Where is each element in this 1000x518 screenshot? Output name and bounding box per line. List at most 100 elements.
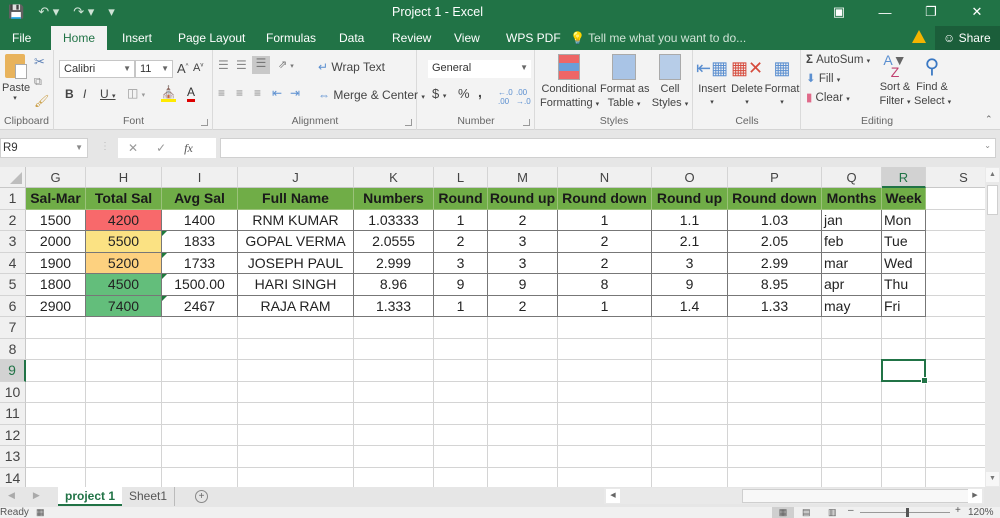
- row-header-8[interactable]: 8: [0, 338, 26, 360]
- warning-icon[interactable]: [912, 30, 926, 43]
- cell-m11[interactable]: [488, 403, 558, 425]
- cell-s8[interactable]: [926, 339, 985, 360]
- cell-k4[interactable]: 2.999: [354, 252, 434, 274]
- cell-g3[interactable]: 2000: [26, 231, 86, 253]
- cell-j8[interactable]: [238, 338, 354, 360]
- cell-q5[interactable]: apr: [822, 274, 882, 296]
- cell-r8[interactable]: [882, 338, 926, 360]
- collapse-ribbon-icon[interactable]: ⌃: [985, 114, 993, 125]
- column-header-i[interactable]: I: [162, 167, 238, 188]
- cell-i8[interactable]: [162, 338, 238, 360]
- tab-review[interactable]: Review: [380, 26, 443, 50]
- row-header-10[interactable]: 10: [0, 381, 26, 403]
- cell-l3[interactable]: 2: [434, 231, 488, 253]
- cell-k7[interactable]: [354, 317, 434, 339]
- conditional-formatting-button[interactable]: Conditional Formatting ▾: [540, 54, 599, 112]
- cell-p13[interactable]: [728, 446, 822, 468]
- scroll-left-icon[interactable]: ◀: [606, 489, 620, 503]
- horizontal-scroll-thumb[interactable]: [742, 489, 972, 503]
- cell-q7[interactable]: [822, 317, 882, 339]
- cell-j5[interactable]: HARI SINGH: [238, 274, 354, 296]
- number-dialog-launcher[interactable]: [523, 119, 530, 126]
- cell-j2[interactable]: RNM KUMAR: [238, 209, 354, 231]
- cell-s2[interactable]: [926, 210, 985, 231]
- zoom-in-icon[interactable]: +: [955, 507, 961, 516]
- cell-r11[interactable]: [882, 403, 926, 425]
- cell-i11[interactable]: [162, 403, 238, 425]
- cell-s1[interactable]: [926, 188, 985, 210]
- align-center-icon[interactable]: ≡: [236, 86, 243, 100]
- cell-s11[interactable]: [926, 403, 985, 425]
- cell-p3[interactable]: 2.05: [728, 231, 822, 253]
- cell-p10[interactable]: [728, 381, 822, 403]
- cell-m3[interactable]: 3: [488, 231, 558, 253]
- cell-h11[interactable]: [86, 403, 162, 425]
- merge-center-button[interactable]: ⇔ Merge & Center ▾: [318, 88, 425, 102]
- restore-button[interactable]: ❐: [908, 0, 954, 24]
- cell-p2[interactable]: 1.03: [728, 209, 822, 231]
- tab-data[interactable]: Data: [327, 26, 376, 50]
- cell-n13[interactable]: [558, 446, 652, 468]
- cell-i14[interactable]: [162, 467, 238, 487]
- row-header-6[interactable]: 6: [0, 295, 26, 317]
- cell-o2[interactable]: 1.1: [652, 209, 728, 231]
- cell-h1[interactable]: Total Sal: [86, 188, 162, 210]
- cell-k5[interactable]: 8.96: [354, 274, 434, 296]
- name-box[interactable]: R9 ▼: [0, 138, 88, 158]
- scroll-up-icon[interactable]: ▲: [986, 168, 999, 182]
- row-header-9[interactable]: 9: [0, 360, 26, 382]
- cell-r1[interactable]: Week: [882, 188, 926, 210]
- cell-n8[interactable]: [558, 338, 652, 360]
- page-break-view-icon[interactable]: ▥: [828, 507, 837, 518]
- cell-m14[interactable]: [488, 467, 558, 487]
- row-header-7[interactable]: 7: [0, 317, 26, 339]
- font-name-select[interactable]: Calibri ▼: [59, 60, 135, 78]
- cell-l13[interactable]: [434, 446, 488, 468]
- cell-m1[interactable]: Round up: [488, 188, 558, 210]
- align-middle-icon[interactable]: ☰: [236, 58, 247, 72]
- undo-icon[interactable]: ↶ ▾: [38, 4, 59, 20]
- cell-r7[interactable]: [882, 317, 926, 339]
- bold-button[interactable]: B: [65, 87, 74, 101]
- align-left-icon[interactable]: ≡: [218, 86, 225, 100]
- cell-r10[interactable]: [882, 381, 926, 403]
- cell-r5[interactable]: Thu: [882, 274, 926, 296]
- row-header-14[interactable]: 14: [0, 467, 26, 487]
- cell-h4[interactable]: 5200: [86, 252, 162, 274]
- column-header-s[interactable]: S: [926, 167, 985, 188]
- cell-p4[interactable]: 2.99: [728, 252, 822, 274]
- cell-i1[interactable]: Avg Sal: [162, 188, 238, 210]
- cell-g6[interactable]: 2900: [26, 295, 86, 317]
- align-top-icon[interactable]: ☰: [218, 58, 229, 72]
- cell-g10[interactable]: [26, 381, 86, 403]
- cell-k11[interactable]: [354, 403, 434, 425]
- row-header-5[interactable]: 5: [0, 274, 26, 296]
- formula-input[interactable]: ⌄: [220, 138, 996, 158]
- column-header-o[interactable]: O: [652, 167, 728, 188]
- cell-j13[interactable]: [238, 446, 354, 468]
- increase-decimal-icon[interactable]: ←.0.00: [498, 88, 513, 106]
- cell-h5[interactable]: 4500: [86, 274, 162, 296]
- cell-m7[interactable]: [488, 317, 558, 339]
- select-all-button[interactable]: [0, 167, 26, 188]
- cell-j11[interactable]: [238, 403, 354, 425]
- close-button[interactable]: ✕: [954, 0, 1000, 24]
- cell-n7[interactable]: [558, 317, 652, 339]
- cell-j10[interactable]: [238, 381, 354, 403]
- cell-g14[interactable]: [26, 467, 86, 487]
- cell-g12[interactable]: [26, 424, 86, 446]
- alignment-dialog-launcher[interactable]: [405, 119, 412, 126]
- cell-o13[interactable]: [652, 446, 728, 468]
- decrease-indent-icon[interactable]: ⇤: [272, 86, 282, 100]
- cell-q14[interactable]: [822, 467, 882, 487]
- cell-g7[interactable]: [26, 317, 86, 339]
- expand-formula-icon[interactable]: ⌄: [984, 141, 991, 150]
- cell-l4[interactable]: 3: [434, 252, 488, 274]
- tab-file[interactable]: File: [0, 26, 43, 50]
- macro-record-icon[interactable]: ▦: [36, 507, 45, 518]
- cell-h9[interactable]: [86, 360, 162, 382]
- cell-j14[interactable]: [238, 467, 354, 487]
- cell-i5[interactable]: 1500.00: [162, 274, 238, 296]
- cell-o3[interactable]: 2.1: [652, 231, 728, 253]
- cell-i10[interactable]: [162, 381, 238, 403]
